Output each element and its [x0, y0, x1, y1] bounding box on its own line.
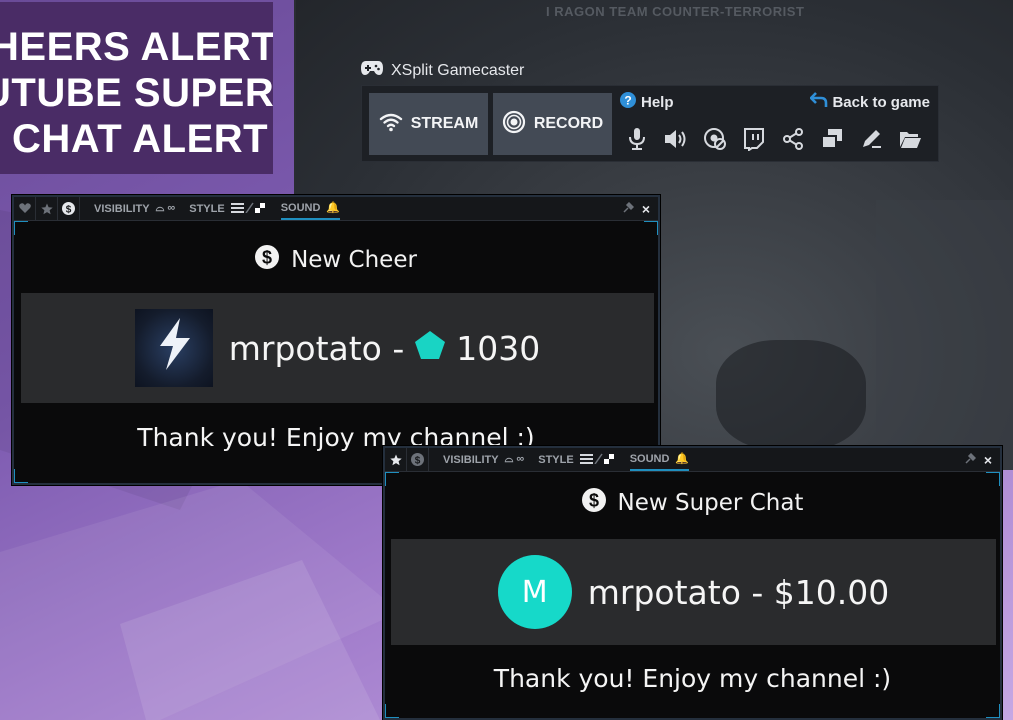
dollar-circle-icon: $ [581, 488, 606, 518]
back-to-game-link[interactable]: Back to game [810, 92, 930, 112]
title-line-2: UTUBE SUPER [0, 71, 273, 115]
gamecaster-icon-row [624, 126, 923, 152]
alert-toolbar: $ VISIBILITY ⌓ ∞ STYLE SOUND 🔔 × [385, 447, 1000, 472]
cheer-username: mrpotato - [228, 328, 405, 368]
game-scene-shape [716, 340, 866, 450]
gamecaster-panel: STREAM RECORD ? Help Back to game [361, 85, 939, 162]
lightning-icon [152, 316, 196, 380]
gem-icon [414, 329, 446, 368]
gamepad-icon [360, 60, 384, 81]
sound-tab[interactable]: SOUND 🔔 [629, 448, 690, 471]
help-icon: ? [620, 92, 636, 112]
avatar: M [497, 555, 572, 629]
svg-text:?: ? [624, 94, 631, 108]
twitch-icon[interactable] [741, 126, 767, 152]
visibility-icon: ⌓ ∞ [504, 453, 525, 465]
visibility-tab[interactable]: VISIBILITY ⌓ ∞ [94, 197, 175, 220]
back-label: Back to game [832, 93, 930, 111]
cheer-user-amount: mrpotato - 1030 [229, 329, 541, 368]
super-chat-alert-header: $ New Super Chat [385, 488, 1000, 518]
star-icon[interactable] [385, 447, 407, 472]
style-tab[interactable]: STYLE [538, 448, 615, 471]
window-controls: × [623, 201, 650, 217]
frame-corner [14, 221, 28, 235]
visibility-label: VISIBILITY [94, 202, 150, 215]
style-label: STYLE [189, 202, 225, 215]
window-controls: × [965, 452, 992, 468]
style-tab[interactable]: STYLE [189, 197, 266, 220]
visibility-icon: ⌓ ∞ [155, 202, 176, 214]
speaker-icon[interactable] [663, 126, 689, 152]
cheer-alert-band: mrpotato - 1030 [21, 293, 654, 403]
super-chat-user-amount: mrpotato - $10.00 [587, 572, 890, 612]
wifi-icon [379, 112, 403, 137]
svg-text:$: $ [66, 205, 72, 216]
help-label: Help [641, 93, 674, 111]
frame-corner [385, 472, 399, 486]
title-line-3: CHAT ALERT [12, 117, 269, 161]
star-icon[interactable] [36, 196, 58, 221]
super-chat-alert-window: $ VISIBILITY ⌓ ∞ STYLE SOUND 🔔 × $ New S… [383, 446, 1002, 720]
record-label: RECORD [533, 115, 604, 132]
frame-corner [986, 704, 1000, 718]
bell-icon: 🔔 [675, 453, 690, 465]
svg-text:$: $ [262, 248, 272, 268]
title-line-1: HEERS ALERT [0, 25, 273, 69]
style-icon [230, 202, 267, 216]
title-banner: HEERS ALERT UTUBE SUPER CHAT ALERT [0, 2, 273, 174]
heart-icon[interactable] [14, 196, 36, 221]
sound-tab[interactable]: SOUND 🔔 [280, 197, 341, 220]
svg-text:$: $ [415, 456, 421, 467]
cheer-alert-window: $ VISIBILITY ⌓ ∞ STYLE SOUND 🔔 × $ New C… [12, 195, 660, 485]
cheer-avatar [134, 309, 213, 387]
dollar-icon[interactable]: $ [58, 196, 80, 221]
game-scene-shape [876, 200, 1013, 470]
super-chat-alert-band: M mrpotato - $10.00 [391, 539, 996, 645]
frame-corner [644, 221, 658, 235]
sound-label: SOUND [629, 452, 670, 465]
game-hud-text: I RAGON TEAM COUNTER-TERRORIST [546, 4, 805, 19]
help-link[interactable]: ? Help [620, 92, 674, 112]
alert-toolbar: $ VISIBILITY ⌓ ∞ STYLE SOUND 🔔 × [14, 196, 658, 221]
stream-label: STREAM [410, 115, 479, 132]
close-button[interactable]: × [642, 201, 650, 217]
share-icon[interactable] [780, 126, 806, 152]
copy-windows-icon[interactable] [819, 126, 845, 152]
super-chat-alert-title: New Super Chat [617, 490, 804, 516]
dollar-circle-icon: $ [255, 245, 280, 275]
sound-label: SOUND [280, 201, 321, 214]
cheer-alert-header: $ New Cheer [14, 245, 658, 275]
super-chat-message: Thank you! Enjoy my channel :) [493, 664, 892, 693]
close-button[interactable]: × [984, 452, 992, 468]
svg-text:$: $ [589, 491, 599, 511]
record-icon [502, 110, 526, 139]
pen-icon[interactable] [858, 126, 884, 152]
gamecaster-title: XSplit Gamecaster [360, 60, 524, 81]
bell-icon: 🔔 [326, 202, 341, 214]
microphone-icon[interactable] [624, 126, 650, 152]
frame-corner [385, 704, 399, 718]
style-label: STYLE [538, 453, 574, 466]
cheer-alert-title: New Cheer [291, 247, 417, 273]
pin-icon[interactable] [965, 452, 976, 467]
record-button[interactable]: RECORD [493, 93, 612, 155]
style-icon [579, 453, 616, 467]
visibility-label: VISIBILITY [443, 453, 499, 466]
visibility-tab[interactable]: VISIBILITY ⌓ ∞ [443, 448, 524, 471]
webcam-icon[interactable] [702, 126, 728, 152]
pin-icon[interactable] [623, 201, 634, 216]
cheer-amount: 1030 [456, 328, 541, 368]
gamecaster-title-text: XSplit Gamecaster [391, 61, 525, 79]
back-arrow-icon [810, 92, 828, 112]
folder-icon[interactable] [897, 126, 923, 152]
frame-corner [986, 472, 1000, 486]
page: { "title_block": { "line1": "HEERS ALERT… [0, 0, 1013, 720]
stream-button[interactable]: STREAM [369, 93, 488, 155]
dollar-icon[interactable]: $ [407, 447, 429, 472]
frame-corner [14, 469, 28, 483]
